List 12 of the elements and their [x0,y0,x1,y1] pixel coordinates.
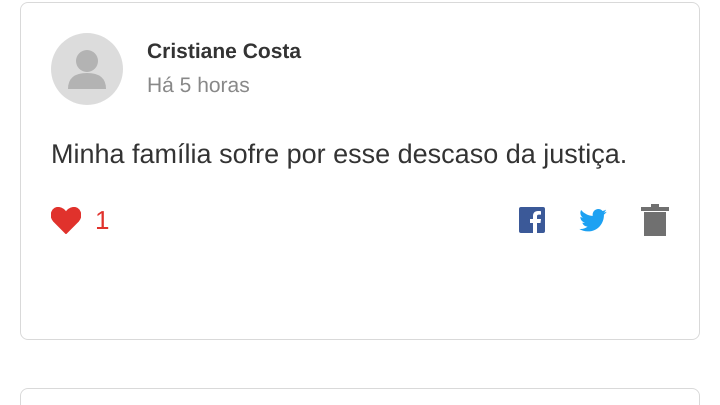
heart-icon [51,206,81,234]
author-name: Cristiane Costa [147,40,302,64]
comment-time: Há 5 horas [147,74,251,98]
bird-icon [579,208,607,232]
comment-text: Minha família sofre por esse descaso da justiça. [51,138,628,171]
facebook-share-button[interactable] [519,207,545,233]
trash-icon [641,204,669,236]
twitter-share-button[interactable] [579,208,607,232]
like-button[interactable]: 1 [51,204,110,236]
facebook-icon [519,207,545,233]
delete-button[interactable] [641,204,669,236]
avatar-icon [51,33,123,105]
